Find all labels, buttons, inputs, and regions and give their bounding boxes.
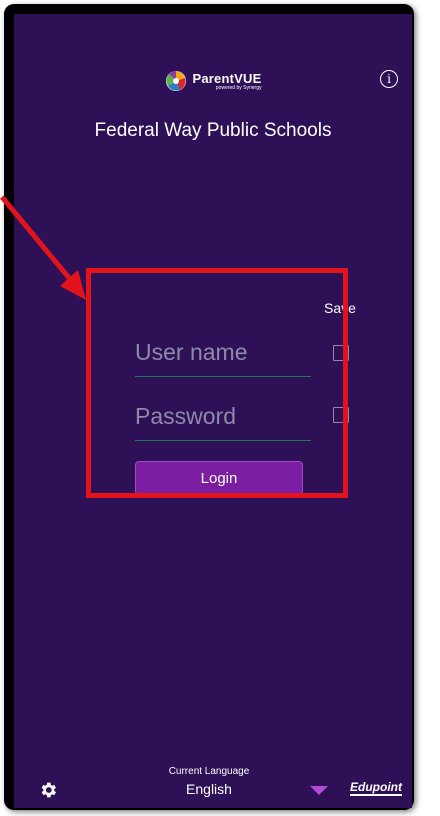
phone-frame: ParentVUE powered by Synergy i Federal W… bbox=[0, 0, 440, 816]
annotation-arrow bbox=[0, 195, 86, 300]
